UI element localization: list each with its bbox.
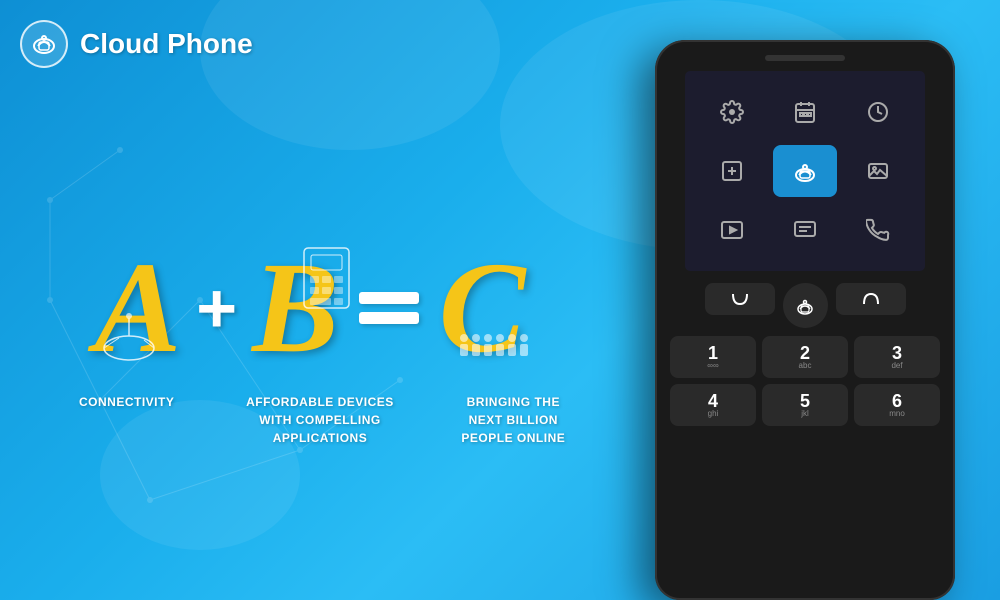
screen-icon-message[interactable] [773, 205, 838, 256]
plus-operator: + [196, 273, 237, 343]
phone-screen [685, 71, 925, 271]
screen-icon-clock[interactable] [845, 86, 910, 137]
main-content: A + B [0, 0, 640, 600]
equals-bar-bottom [359, 312, 419, 324]
key-4-sub: ghi [708, 410, 719, 418]
key-5-sub: jkl [801, 410, 809, 418]
key-6-main: 6 [892, 392, 902, 410]
key-2[interactable]: 2 abc [762, 336, 848, 378]
screen-icon-image[interactable] [845, 145, 910, 196]
phone-speaker [765, 55, 845, 61]
formula-section: A + B [94, 243, 525, 373]
affordable-text: AFFORDABLE DEVICESWITH COMPELLINGAPPLICA… [246, 395, 394, 445]
key-3-sub: def [891, 362, 902, 370]
satellite-icon [94, 308, 164, 368]
letter-a-wrapper: A [94, 243, 181, 373]
descriptions-row: CONNECTIVITY AFFORDABLE DEVICESWITH COMP… [30, 393, 610, 447]
desc-connectivity: CONNECTIVITY [30, 393, 223, 447]
key-5-main: 5 [800, 392, 810, 410]
key-6-sub: mno [889, 410, 905, 418]
screen-icon-add[interactable] [700, 145, 765, 196]
nav-call-btn[interactable] [705, 283, 775, 315]
desc-bringing: BRINGING THENEXT BILLIONPEOPLE ONLINE [417, 393, 610, 447]
bringing-text: BRINGING THENEXT BILLIONPEOPLE ONLINE [461, 395, 565, 445]
screen-icon-play[interactable] [700, 205, 765, 256]
nav-center-btn[interactable] [783, 283, 828, 328]
calculator-icon [299, 243, 354, 313]
screen-icon-calendar[interactable] [773, 86, 838, 137]
key-3[interactable]: 3 def [854, 336, 940, 378]
key-2-main: 2 [800, 344, 810, 362]
crowd-icon [456, 328, 536, 368]
key-1[interactable]: 1 ∞∞ [670, 336, 756, 378]
phone-body: 1 ∞∞ 2 abc 3 def 4 ghi 5 jkl 6 mno [655, 40, 955, 600]
nav-end-btn[interactable] [836, 283, 906, 315]
screen-icon-cloud-phone[interactable] [773, 145, 838, 196]
key-1-sub: ∞∞ [707, 362, 718, 370]
key-2-sub: abc [799, 362, 812, 370]
desc-affordable: AFFORDABLE DEVICESWITH COMPELLINGAPPLICA… [223, 393, 416, 447]
key-6[interactable]: 6 mno [854, 384, 940, 426]
key-4-main: 4 [708, 392, 718, 410]
key-3-main: 3 [892, 344, 902, 362]
number-grid: 1 ∞∞ 2 abc 3 def 4 ghi 5 jkl 6 mno [655, 336, 955, 426]
key-5[interactable]: 5 jkl [762, 384, 848, 426]
equals-sign [359, 292, 419, 324]
key-1-main: 1 [708, 344, 718, 362]
letter-b-wrapper: B [252, 243, 339, 373]
key-4[interactable]: 4 ghi [670, 384, 756, 426]
screen-icon-settings[interactable] [700, 86, 765, 137]
letter-c-wrapper: C [439, 243, 526, 373]
screen-icon-phone[interactable] [845, 205, 910, 256]
nav-row [655, 283, 955, 328]
connectivity-text: CONNECTIVITY [79, 395, 174, 409]
equals-bar-top [359, 292, 419, 304]
phone-section: 1 ∞∞ 2 abc 3 def 4 ghi 5 jkl 6 mno [600, 0, 1000, 600]
